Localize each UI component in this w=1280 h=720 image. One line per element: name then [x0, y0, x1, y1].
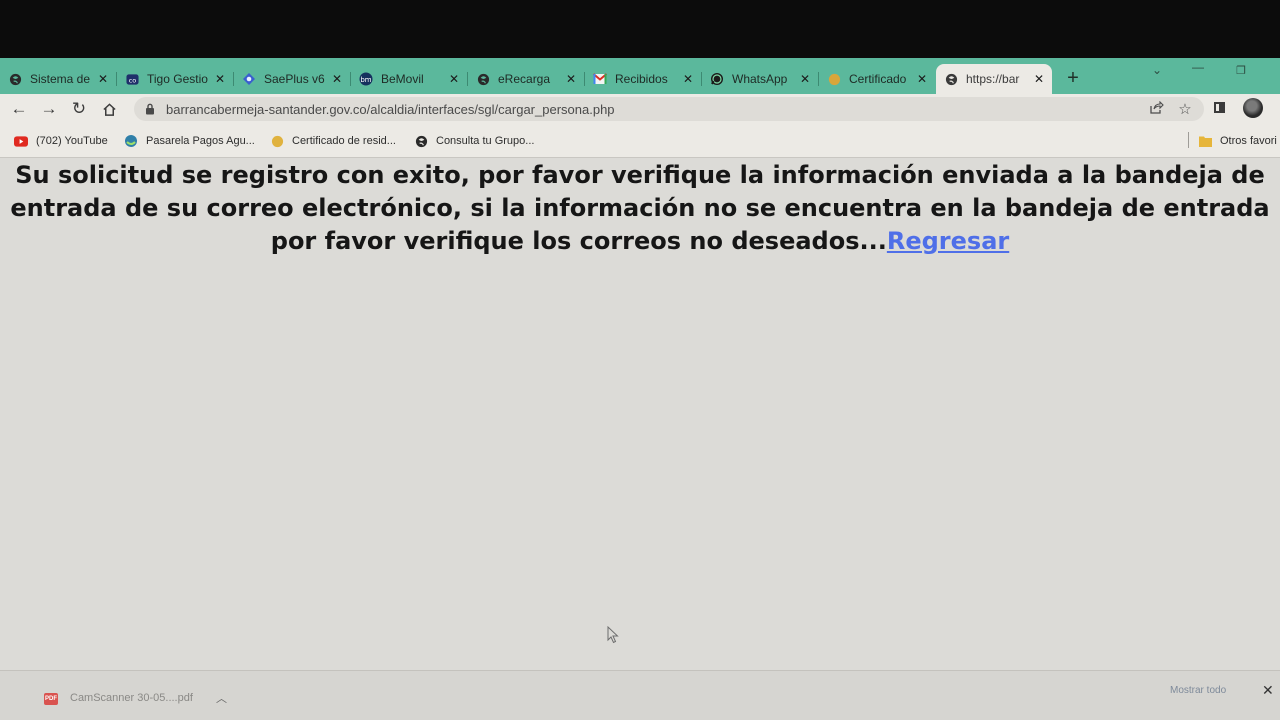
svg-text:co: co — [128, 76, 136, 84]
side-panel-icon[interactable] — [1214, 102, 1225, 113]
browser-window: Sistema de ✕ co Tigo Gestio ✕ SaePlus v6… — [0, 58, 1280, 720]
folder-icon — [1198, 134, 1212, 148]
close-tab-icon[interactable]: ✕ — [681, 72, 695, 86]
new-tab-button[interactable]: + — [1059, 64, 1087, 92]
tab-sistema[interactable]: Sistema de ✕ — [0, 64, 117, 94]
pdf-file-icon: PDF — [44, 693, 58, 705]
tab-title: Certificado — [849, 72, 907, 86]
page-content: Su solicitud se registro con exito, por … — [0, 158, 1280, 670]
reload-icon[interactable]: ↻ — [64, 95, 94, 123]
tab-bemovil[interactable]: bm BeMovil ✕ — [351, 64, 468, 94]
bookmark-pasarela[interactable]: Pasarela Pagos Agu... — [124, 134, 255, 148]
close-tab-icon[interactable]: ✕ — [213, 72, 227, 86]
tab-strip: Sistema de ✕ co Tigo Gestio ✕ SaePlus v6… — [0, 58, 1280, 94]
close-tab-icon[interactable]: ✕ — [915, 72, 929, 86]
bemovil-icon: bm — [359, 72, 373, 86]
other-bookmarks-folder[interactable]: Otros favori — [1198, 134, 1277, 148]
avatar[interactable] — [1243, 98, 1263, 118]
tab-title: Sistema de — [30, 72, 91, 86]
other-bookmarks-label: Otros favori — [1220, 135, 1277, 147]
tab-certificado[interactable]: Certificado ✕ — [819, 64, 935, 94]
bookmark-label: Certificado de resid... — [292, 135, 396, 147]
certificate-icon — [827, 72, 841, 86]
url-text[interactable]: barrancabermeja-santander.gov.co/alcaldi… — [166, 102, 1146, 117]
close-tab-icon[interactable]: ✕ — [1032, 72, 1046, 86]
saeplus-icon — [242, 72, 256, 86]
bookmark-certificado[interactable]: Certificado de resid... — [270, 134, 396, 148]
download-shelf: PDF CamScanner 30-05....pdf ︿ Mostrar to… — [0, 670, 1280, 720]
back-arrow-icon[interactable]: ← — [4, 95, 34, 123]
tab-title: Recibidos — [615, 72, 668, 86]
close-tab-icon[interactable]: ✕ — [330, 72, 344, 86]
globe-icon — [414, 134, 428, 148]
lock-icon[interactable] — [144, 103, 156, 115]
tab-erecarga[interactable]: eRecarga ✕ — [468, 64, 585, 94]
star-icon[interactable]: ☆ — [1174, 100, 1196, 118]
svg-text:bm: bm — [360, 76, 371, 84]
bookmark-label: (702) YouTube — [36, 135, 108, 147]
tab-gmail[interactable]: Recibidos ✕ — [585, 64, 702, 94]
bookmark-consulta[interactable]: Consulta tu Grupo... — [414, 134, 534, 148]
whatsapp-icon — [710, 72, 724, 86]
download-file-name[interactable]: CamScanner 30-05....pdf — [70, 692, 193, 704]
address-bar[interactable]: barrancabermeja-santander.gov.co/alcaldi… — [134, 97, 1204, 121]
chevron-up-icon[interactable]: ︿ — [216, 690, 227, 706]
tab-title: https://bar — [966, 72, 1020, 86]
youtube-icon — [14, 134, 28, 148]
share-icon[interactable] — [1146, 100, 1168, 117]
tigo-icon: co — [125, 72, 139, 86]
bookmarks-divider — [1188, 132, 1189, 148]
tab-saeplus[interactable]: SaePlus v6 ✕ — [234, 64, 351, 94]
restore-window-icon[interactable]: ❐ — [1236, 64, 1246, 77]
tab-title: SaePlus v6 — [264, 72, 325, 86]
globe-icon — [476, 72, 490, 86]
tab-title: eRecarga — [498, 72, 551, 86]
close-tab-icon[interactable]: ✕ — [564, 72, 578, 86]
tab-title: BeMovil — [381, 72, 424, 86]
tab-active[interactable]: https://bar ✕ — [936, 64, 1052, 94]
show-all-downloads-button[interactable]: Mostrar todo — [1170, 685, 1226, 696]
bookmark-youtube[interactable]: (702) YouTube — [14, 134, 108, 148]
tab-tigo[interactable]: co Tigo Gestio ✕ — [117, 64, 234, 94]
globe-icon — [944, 72, 958, 86]
tab-title: Tigo Gestio — [147, 72, 208, 86]
close-tab-icon[interactable]: ✕ — [96, 72, 110, 86]
mouse-pointer-icon — [607, 625, 619, 648]
confirmation-text: Su solicitud se registro con exito, por … — [10, 161, 1270, 255]
home-icon[interactable] — [94, 95, 124, 123]
tab-title: WhatsApp — [732, 72, 788, 86]
tab-whatsapp[interactable]: WhatsApp ✕ — [702, 64, 819, 94]
gmail-icon — [593, 72, 607, 86]
back-link[interactable]: Regresar — [887, 227, 1009, 255]
globe-icon — [8, 72, 22, 86]
bookmarks-bar: (702) YouTube Pasarela Pagos Agu... Cert… — [0, 124, 1280, 158]
browser-toolbar: ← → ↻ barrancabermeja-santander.gov.co/a… — [0, 94, 1280, 124]
certificate-icon — [270, 134, 284, 148]
close-tab-icon[interactable]: ✕ — [447, 72, 461, 86]
water-drop-icon — [124, 134, 138, 148]
close-tab-icon[interactable]: ✕ — [798, 72, 812, 86]
confirmation-message: Su solicitud se registro con exito, por … — [0, 158, 1280, 258]
forward-arrow-icon[interactable]: → — [34, 95, 64, 123]
bookmark-label: Pasarela Pagos Agu... — [146, 135, 255, 147]
minimize-icon[interactable]: — — [1192, 60, 1204, 74]
tab-search-chevron-icon[interactable]: ⌄ — [1152, 63, 1162, 77]
close-icon[interactable]: ✕ — [1262, 682, 1274, 699]
bookmark-label: Consulta tu Grupo... — [436, 135, 535, 147]
